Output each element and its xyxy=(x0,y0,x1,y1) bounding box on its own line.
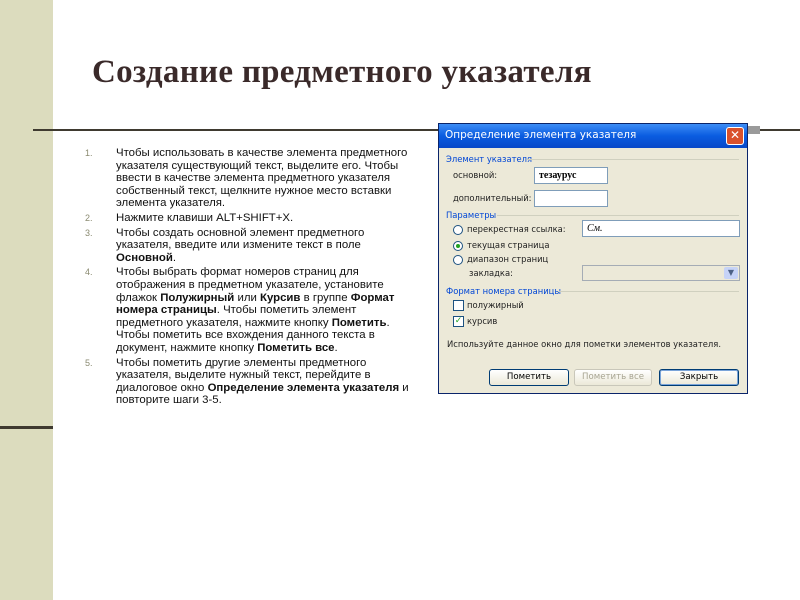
close-icon[interactable]: ✕ xyxy=(726,127,744,145)
dialog-titlebar[interactable]: Определение элемента указателя ✕ xyxy=(439,124,747,148)
step-number: 5. xyxy=(85,357,93,368)
step-text: Чтобы выбрать формат номеров страниц для… xyxy=(116,266,395,354)
bookmark-select[interactable]: ▼ xyxy=(582,265,740,281)
steps-list: 1. Чтобы использовать в качестве элемента… xyxy=(85,147,415,409)
group-label-format: Формат номера страницы xyxy=(446,286,561,296)
chevron-down-icon[interactable]: ▼ xyxy=(724,267,738,279)
radio-current-page[interactable] xyxy=(453,241,463,251)
main-label: основной: xyxy=(453,170,498,180)
bookmark-label: закладка: xyxy=(469,268,513,278)
italic-checkbox[interactable]: ✓ xyxy=(453,316,464,327)
cross-reference-input[interactable]: См. xyxy=(582,220,740,237)
sub-entry-input[interactable] xyxy=(534,190,608,207)
group-label-options: Параметры xyxy=(446,210,497,220)
bold-checkbox-label: полужирный xyxy=(467,300,524,310)
radio-current-page-label: текущая страница xyxy=(467,240,550,250)
dialog-shadow xyxy=(748,126,760,134)
step-number: 1. xyxy=(85,148,93,158)
step-number: 2. xyxy=(85,212,93,223)
mark-button[interactable]: Пометить xyxy=(489,369,569,386)
dialog-hint: Используйте данное окно для пометки элем… xyxy=(447,339,721,349)
radio-page-range[interactable] xyxy=(453,255,463,265)
step-text: Чтобы использовать в качестве элемента п… xyxy=(116,147,408,210)
left-accent-bar xyxy=(0,0,53,600)
step-text: Чтобы создать основной элемент предметно… xyxy=(116,226,365,264)
step-item: 2. Нажмите клавиши ALT+SHIFT+X. xyxy=(85,212,415,225)
main-entry-input[interactable]: тезаурус xyxy=(534,167,608,184)
sub-label: дополнительный: xyxy=(453,193,532,203)
mark-all-button[interactable]: Пометить все xyxy=(574,369,652,386)
step-number: 3. xyxy=(85,227,93,238)
step-number: 4. xyxy=(85,267,93,278)
group-label-entry: Элемент указателя xyxy=(446,154,532,164)
step-item: 4. Чтобы выбрать формат номеров страниц д… xyxy=(85,266,415,354)
left-divider xyxy=(0,426,53,429)
italic-checkbox-label: курсив xyxy=(467,316,498,326)
step-item: 3. Чтобы создать основной элемент предмет… xyxy=(85,227,415,265)
radio-cross-reference-label: перекрестная ссылка: xyxy=(467,224,566,234)
group-divider xyxy=(558,291,739,292)
step-item: 5. Чтобы пометить другие элементы предмет… xyxy=(85,357,415,407)
step-text: Чтобы пометить другие элементы предметно… xyxy=(116,356,409,407)
radio-page-range-label: диапазон страниц xyxy=(467,254,549,264)
step-item: 1. Чтобы использовать в качестве элемента… xyxy=(85,147,415,210)
slide-title: Создание предметного указателя xyxy=(92,54,592,90)
close-button[interactable]: Закрыть xyxy=(659,369,739,386)
step-text: Нажмите клавиши ALT+SHIFT+X. xyxy=(116,211,294,224)
index-entry-dialog: Определение элемента указателя ✕ Элемент… xyxy=(438,123,748,394)
bold-checkbox[interactable] xyxy=(453,300,464,311)
dialog-title: Определение элемента указателя xyxy=(445,129,637,141)
group-divider xyxy=(527,159,739,160)
radio-cross-reference[interactable] xyxy=(453,225,463,235)
group-divider xyxy=(497,215,739,216)
